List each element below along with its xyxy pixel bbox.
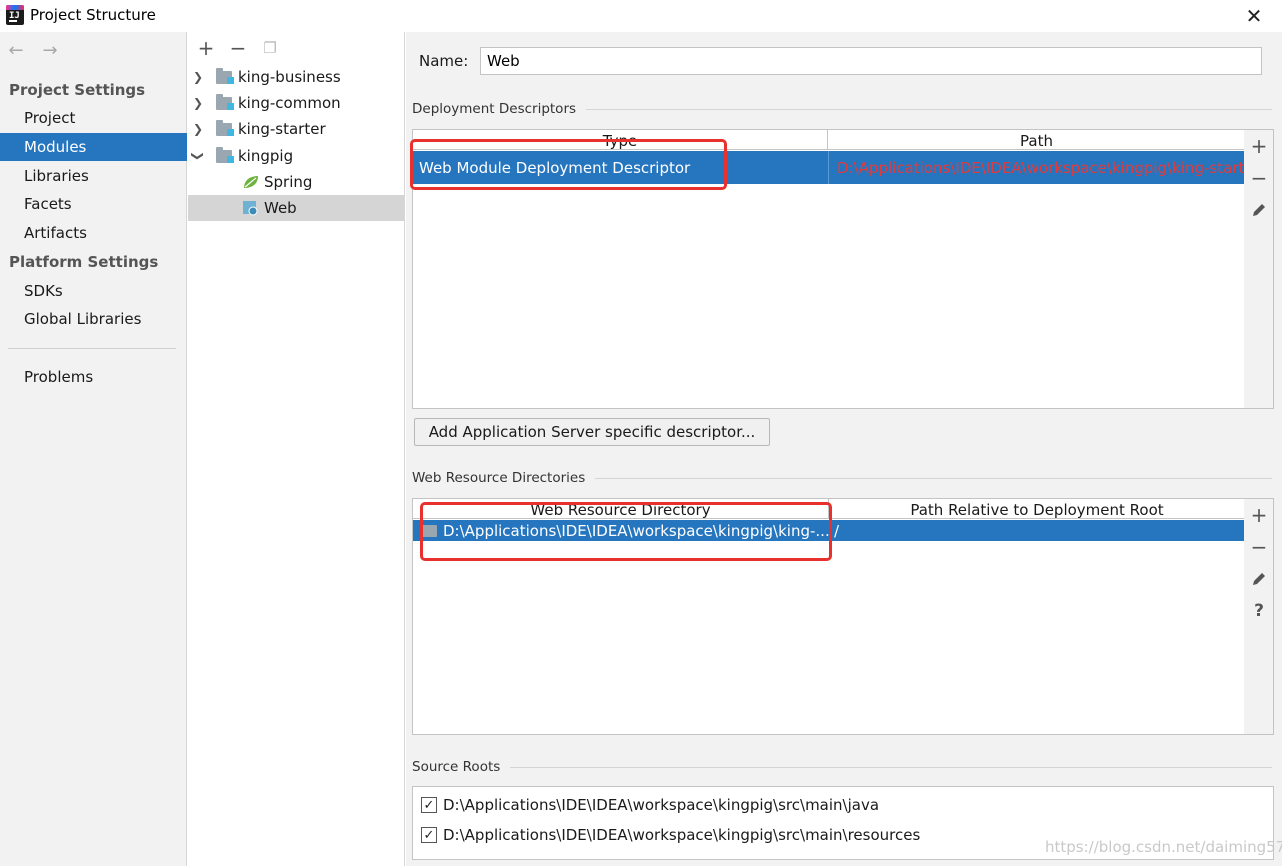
tree-item-label: kingpig: [238, 147, 294, 165]
module-folder-icon: [216, 68, 234, 84]
sidebar-item-artifacts[interactable]: Artifacts: [0, 219, 187, 247]
tree-item-spring[interactable]: Spring: [188, 169, 405, 195]
source-root-path: D:\Applications\IDE\IDEA\workspace\kingp…: [443, 826, 921, 844]
name-label: Name:: [419, 52, 469, 70]
chevron-right-icon[interactable]: ❯: [190, 70, 206, 84]
chevron-down-icon[interactable]: ❯: [191, 148, 205, 164]
folder-icon: [421, 524, 437, 537]
remove-icon[interactable]: −: [1244, 164, 1274, 192]
sidebar-item-problems[interactable]: Problems: [0, 363, 187, 391]
platform-settings-heading: Platform Settings: [9, 253, 159, 271]
history-nav: ← →: [6, 40, 60, 61]
web-resource-toolbar: + − ?: [1244, 498, 1274, 735]
add-server-descriptor-button[interactable]: Add Application Server specific descript…: [414, 418, 770, 446]
descriptor-path-cell: D:\Applications\IDE\IDEA\workspace\kingp…: [828, 151, 1243, 184]
tree-toolbar: + − ❐: [188, 32, 405, 64]
copy-icon[interactable]: ❐: [260, 39, 280, 57]
deployment-toolbar: + −: [1244, 129, 1274, 409]
list-item: ✓ D:\Applications\IDE\IDEA\workspace\kin…: [421, 796, 879, 814]
descriptor-type-cell: Web Module Deployment Descriptor: [419, 158, 691, 177]
remove-icon[interactable]: −: [228, 36, 248, 60]
section-title-text: Deployment Descriptors: [412, 101, 577, 117]
edit-pencil-icon[interactable]: [1244, 565, 1274, 593]
resource-directory-path: D:\Applications\IDE\IDEA\workspace\kingp…: [443, 521, 830, 540]
web-resource-directories-table: Web Resource Directory Path Relative to …: [412, 498, 1246, 735]
tree-item-label: king-common: [238, 94, 341, 112]
module-folder-icon: [216, 94, 234, 110]
tree-item-king-starter[interactable]: ❯ king-starter: [188, 116, 405, 142]
table-row[interactable]: D:\Applications\IDE\IDEA\workspace\kingp…: [413, 520, 1245, 541]
title-bar: IJ Project Structure ✕: [0, 0, 1282, 32]
project-settings-heading: Project Settings: [9, 81, 146, 99]
source-root-checkbox[interactable]: ✓: [421, 827, 437, 843]
sidebar-item-libraries[interactable]: Libraries: [0, 162, 187, 190]
module-folder-icon: [216, 147, 234, 163]
close-icon[interactable]: ✕: [1240, 2, 1268, 30]
deployment-descriptors-table: Type Path Web Module Deployment Descript…: [412, 129, 1246, 409]
section-title-text: Source Roots: [412, 759, 501, 775]
chevron-right-icon[interactable]: ❯: [190, 96, 206, 110]
sidebar-item-facets[interactable]: Facets: [0, 190, 187, 218]
module-tree-panel: + − ❐ ❯ king-business ❯ king-common ❯ ki…: [188, 32, 405, 866]
table-row[interactable]: Web Module Deployment Descriptor D:\Appl…: [413, 151, 1245, 184]
edit-pencil-icon[interactable]: [1244, 196, 1274, 224]
settings-sidebar: ← → Project Settings Project Modules Lib…: [0, 32, 187, 866]
tree-item-web[interactable]: Web: [188, 195, 405, 221]
add-icon[interactable]: +: [1244, 132, 1274, 160]
section-title-text: Web Resource Directories: [412, 470, 586, 486]
column-header-path[interactable]: Path: [828, 130, 1245, 150]
web-facet-icon: [242, 200, 258, 216]
web-facet-settings: Name: Deployment Descriptors Type Path W…: [406, 32, 1282, 866]
tree-item-label: king-business: [238, 68, 341, 86]
window-title: Project Structure: [30, 6, 156, 24]
tree-item-king-common[interactable]: ❯ king-common: [188, 90, 405, 116]
column-header-type[interactable]: Type: [413, 130, 828, 150]
intellij-app-icon: IJ: [6, 5, 24, 25]
sidebar-divider: [8, 348, 176, 349]
source-root-path: D:\Applications\IDE\IDEA\workspace\kingp…: [443, 796, 880, 814]
column-header-web-resource-directory[interactable]: Web Resource Directory: [413, 499, 829, 519]
spring-leaf-icon: [242, 174, 258, 190]
sidebar-item-sdks[interactable]: SDKs: [0, 277, 187, 305]
web-resource-directories-title: Web Resource Directories: [412, 470, 1272, 486]
add-icon[interactable]: +: [196, 36, 216, 60]
name-input[interactable]: [480, 47, 1262, 75]
tree-item-king-business[interactable]: ❯ king-business: [188, 64, 405, 90]
watermark: https://blog.csdn.net/daiming573: [1045, 838, 1282, 856]
tree-item-label: Spring: [264, 173, 313, 191]
sidebar-item-global-libraries[interactable]: Global Libraries: [0, 305, 187, 333]
remove-icon[interactable]: −: [1244, 533, 1274, 561]
relative-path-cell: /: [834, 521, 840, 540]
list-item: ✓ D:\Applications\IDE\IDEA\workspace\kin…: [421, 826, 920, 844]
chevron-right-icon[interactable]: ❯: [190, 122, 206, 136]
back-arrow-icon[interactable]: ←: [6, 40, 26, 61]
tree-item-kingpig[interactable]: ❯ kingpig: [188, 143, 405, 169]
help-icon[interactable]: ?: [1244, 597, 1274, 625]
column-header-relative-path[interactable]: Path Relative to Deployment Root: [829, 499, 1245, 519]
deployment-descriptors-title: Deployment Descriptors: [412, 101, 1272, 117]
forward-arrow-icon[interactable]: →: [40, 40, 60, 61]
tree-item-label: Web: [264, 199, 297, 217]
resource-directory-cell: D:\Applications\IDE\IDEA\workspace\kingp…: [421, 520, 831, 541]
module-folder-icon: [216, 120, 234, 136]
source-root-checkbox[interactable]: ✓: [421, 797, 437, 813]
source-roots-title: Source Roots: [412, 759, 1272, 775]
tree-item-label: king-starter: [238, 120, 326, 138]
sidebar-item-modules[interactable]: Modules: [0, 133, 187, 161]
sidebar-item-project[interactable]: Project: [0, 104, 187, 132]
add-icon[interactable]: +: [1244, 501, 1274, 529]
